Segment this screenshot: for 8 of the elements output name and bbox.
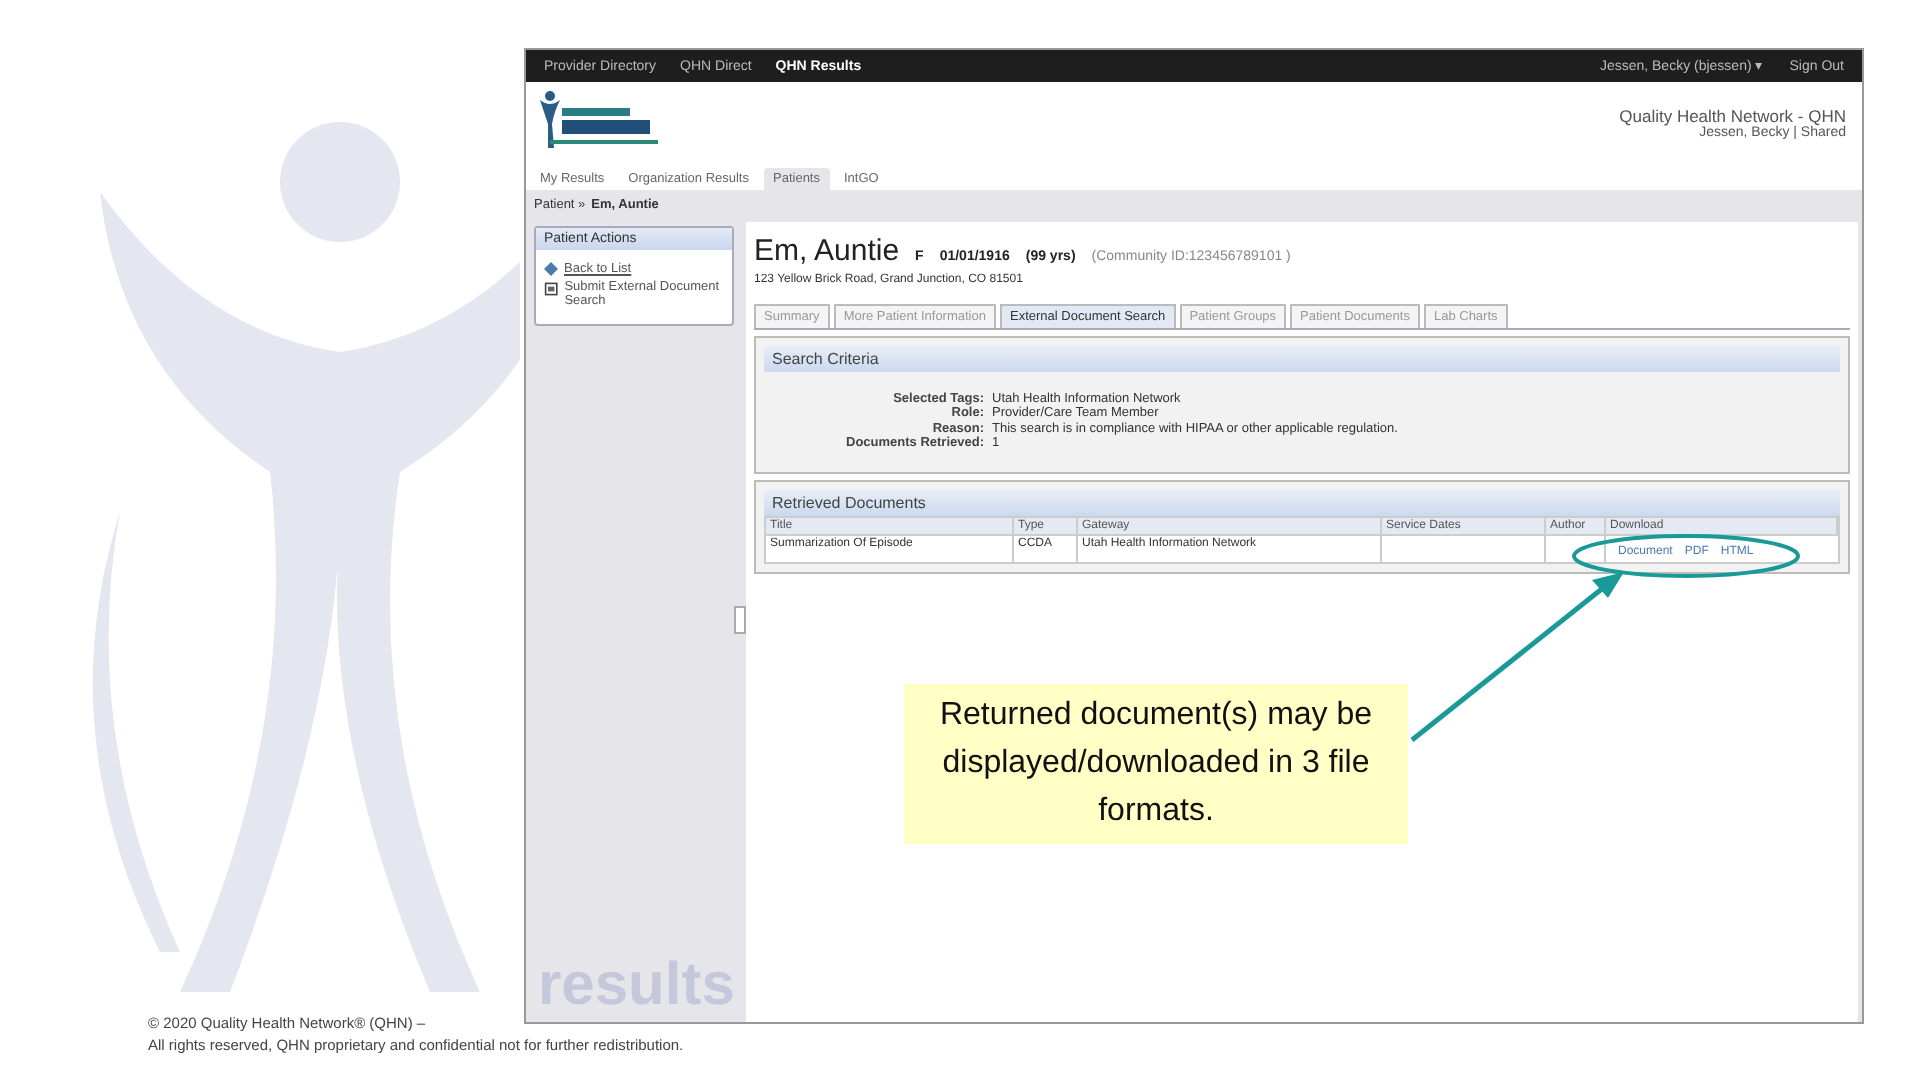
callout-note: Returned document(s) may be displayed/downloaded in 3 file formats.: [904, 684, 1408, 844]
patient-name: Em, Auntie: [754, 234, 900, 268]
diamond-icon: [544, 262, 558, 276]
organization-name: Quality Health Network - QHN: [1619, 105, 1846, 125]
splitter-handle[interactable]: [734, 606, 746, 634]
document-icon: [544, 280, 559, 298]
panel-title: Search Criteria: [764, 346, 1840, 372]
panel-title: Retrieved Documents: [764, 489, 1840, 516]
